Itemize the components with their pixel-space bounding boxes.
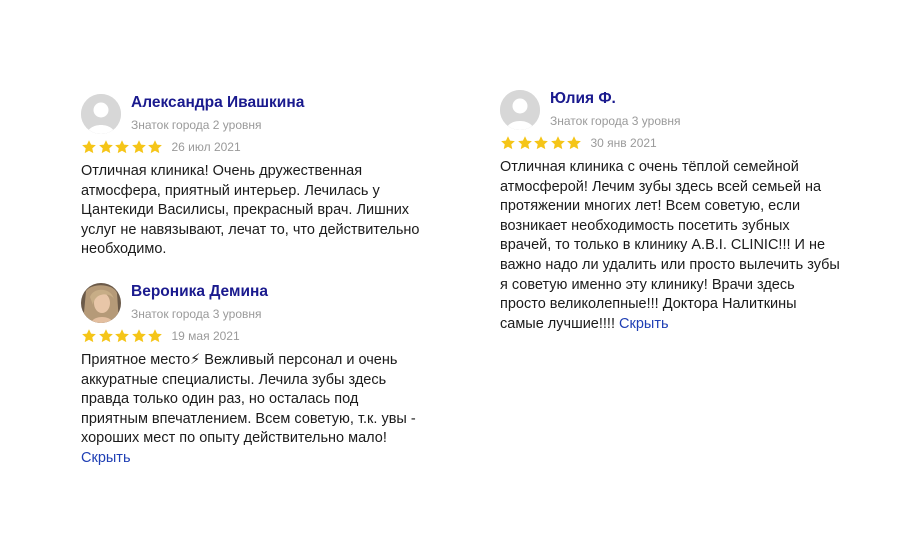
star-rating bbox=[81, 139, 164, 155]
star-icon bbox=[148, 140, 162, 154]
star-icon bbox=[550, 136, 565, 150]
review-text: Отличная клиника с очень тёплой семейной… bbox=[500, 158, 840, 334]
review-date: 19 мая 2021 bbox=[171, 329, 240, 343]
reviewer-level: Знаток города 3 уровня bbox=[131, 307, 262, 321]
star-icon bbox=[98, 329, 113, 343]
review-text-body: Отличная клиника с очень тёплой семейной… bbox=[500, 159, 840, 332]
review-header: Александра Ивашкина Знаток города 2 уров… bbox=[81, 94, 421, 134]
review-text: Приятное место⚡ Вежливый персонал и очен… bbox=[81, 351, 421, 469]
avatar[interactable] bbox=[81, 283, 121, 323]
star-icon bbox=[567, 136, 581, 150]
reviewer-name[interactable]: Вероника Демина bbox=[131, 282, 268, 302]
star-icon bbox=[534, 136, 548, 150]
rating-row: 26 июл 2021 bbox=[81, 138, 421, 156]
reviewer-name[interactable]: Александра Ивашкина bbox=[131, 93, 304, 113]
star-icon bbox=[517, 136, 532, 150]
reviewer-level: Знаток города 3 уровня bbox=[550, 114, 681, 128]
star-icon bbox=[82, 329, 96, 343]
review-card: Юлия Ф. Знаток города 3 уровня 30 янв 20… bbox=[500, 90, 840, 334]
review-date: 26 июл 2021 bbox=[171, 140, 241, 154]
reviewer-level: Знаток города 2 уровня bbox=[131, 118, 262, 132]
hide-review-link[interactable]: Скрыть bbox=[81, 450, 131, 466]
star-icon bbox=[82, 140, 96, 154]
review-text: Отличная клиника! Очень дружественная ат… bbox=[81, 162, 421, 260]
hide-review-link[interactable]: Скрыть bbox=[619, 316, 669, 332]
review-header: Юлия Ф. Знаток города 3 уровня bbox=[500, 90, 840, 130]
star-icon bbox=[115, 329, 129, 343]
avatar-placeholder-icon[interactable] bbox=[81, 94, 121, 134]
star-icon bbox=[501, 136, 515, 150]
star-rating bbox=[81, 328, 164, 344]
star-icon bbox=[148, 329, 162, 343]
star-icon bbox=[131, 140, 146, 154]
review-card: Александра Ивашкина Знаток города 2 уров… bbox=[81, 94, 421, 260]
rating-row: 19 мая 2021 bbox=[81, 327, 421, 345]
review-date: 30 янв 2021 bbox=[590, 136, 657, 150]
review-text-body: Отличная клиника! Очень дружественная ат… bbox=[81, 163, 420, 258]
star-rating bbox=[500, 135, 583, 151]
star-icon bbox=[98, 140, 113, 154]
reviewer-name[interactable]: Юлия Ф. bbox=[550, 89, 681, 109]
star-icon bbox=[115, 140, 129, 154]
review-header: Вероника Демина Знаток города 3 уровня bbox=[81, 283, 421, 323]
avatar-placeholder-icon[interactable] bbox=[500, 90, 540, 130]
review-text-body: Приятное место⚡ Вежливый персонал и очен… bbox=[81, 352, 416, 447]
review-card: Вероника Демина Знаток города 3 уровня 1… bbox=[81, 283, 421, 469]
rating-row: 30 янв 2021 bbox=[500, 134, 840, 152]
star-icon bbox=[131, 329, 146, 343]
